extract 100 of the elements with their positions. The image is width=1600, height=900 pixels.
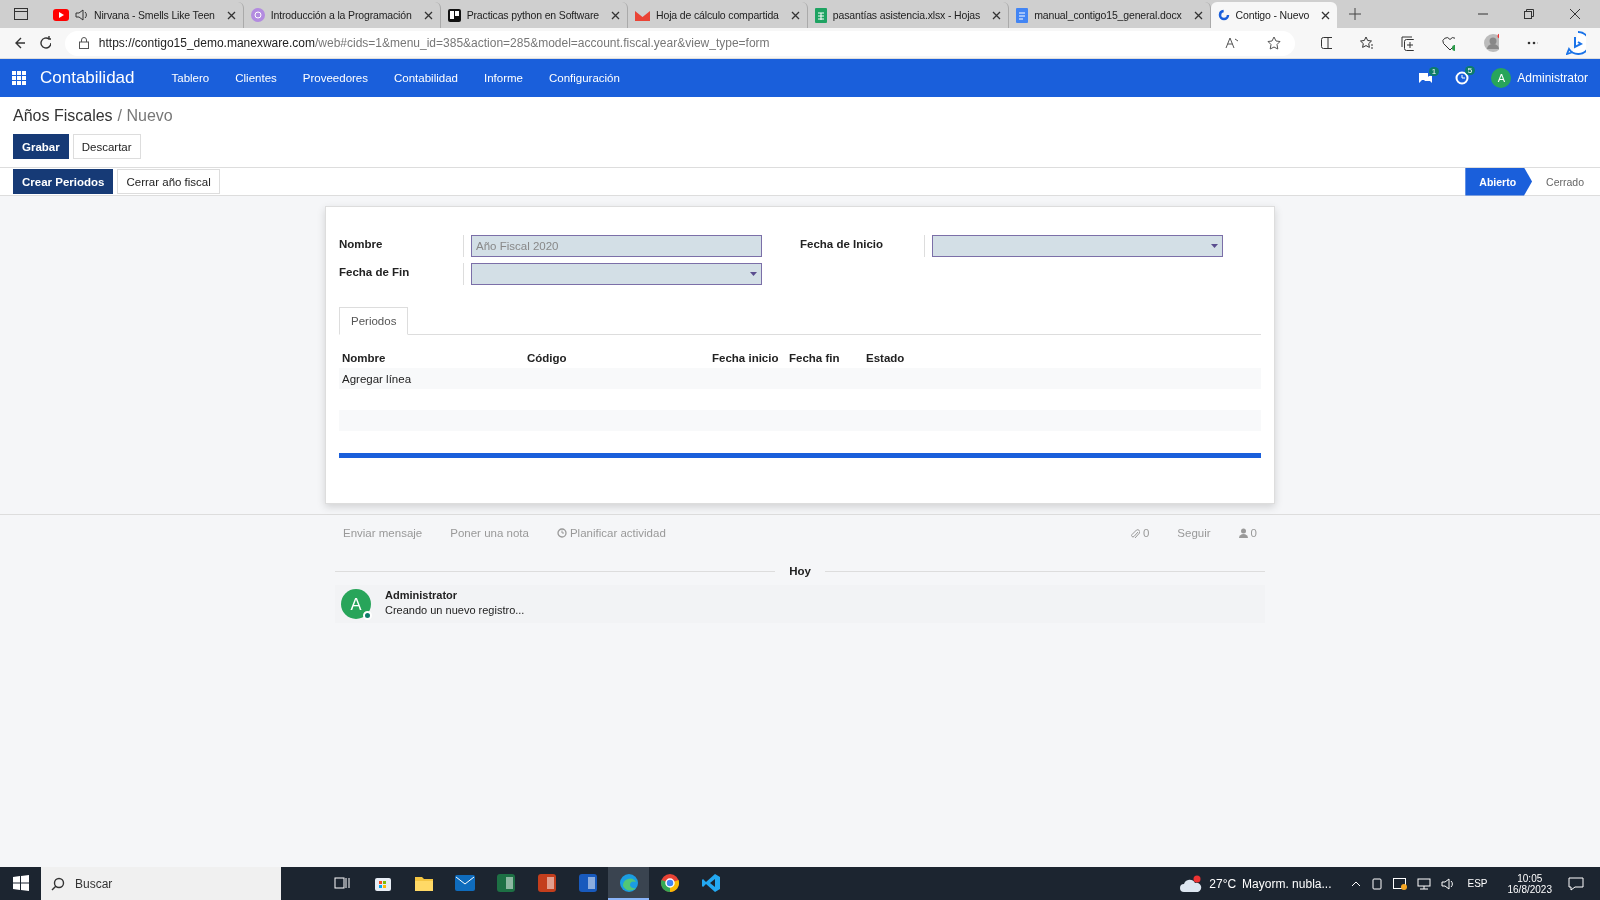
name-field[interactable]: Año Fiscal 2020 <box>471 235 762 257</box>
start-icon[interactable] <box>12 874 29 891</box>
person-icon <box>1238 528 1248 538</box>
clock-icon[interactable] <box>1455 71 1470 85</box>
dropdown-caret-icon <box>1211 244 1218 248</box>
message-author: Administrator <box>385 589 459 601</box>
menu-item[interactable]: Informe <box>470 72 536 84</box>
split-screen-icon[interactable] <box>1320 36 1333 50</box>
close-icon[interactable] <box>790 10 800 20</box>
tab-title: Practicas python en Software <box>466 9 599 21</box>
video-icon <box>53 9 69 21</box>
column-header[interactable]: Fecha inicio <box>712 352 789 364</box>
profile-avatar-icon[interactable] <box>1482 33 1499 53</box>
close-icon[interactable] <box>423 10 433 20</box>
star-icon[interactable] <box>1266 36 1281 50</box>
close-icon[interactable] <box>1570 9 1580 19</box>
form-button[interactable]: Descartar <box>72 134 141 159</box>
code-editor-icon <box>700 872 721 893</box>
collections-icon[interactable] <box>1401 35 1414 51</box>
count-badge: 1 <box>1428 66 1440 76</box>
field-label: Fecha de Fin <box>339 263 464 285</box>
clock-icon <box>556 528 567 538</box>
ring-logo-icon <box>1217 9 1230 21</box>
message-body: Creando un nuevo registro... <box>385 604 525 616</box>
chevron-up-icon[interactable] <box>1351 880 1362 887</box>
back-arrow-icon[interactable] <box>14 37 26 49</box>
new-tab-icon[interactable] <box>1349 8 1362 20</box>
menu-item[interactable]: Clientes <box>222 72 290 84</box>
favorites-icon[interactable] <box>1360 36 1374 50</box>
browser-icon <box>618 872 639 893</box>
tab-title: manual_contigo15_general.docx <box>1034 9 1182 21</box>
app-title[interactable]: Contabilidad <box>40 68 135 88</box>
menu-item[interactable]: Proveedores <box>289 72 381 84</box>
notebook-tab[interactable]: Periodos <box>339 307 409 335</box>
heart-pulse-icon[interactable] <box>1441 35 1455 51</box>
date-field[interactable] <box>471 263 762 285</box>
date-field[interactable] <box>932 235 1223 257</box>
add-line-link[interactable]: Agregar línea <box>342 372 412 385</box>
mail-icon <box>454 874 475 891</box>
speaker-icon[interactable] <box>75 9 88 21</box>
status-step[interactable]: Cerrado <box>1532 167 1600 196</box>
menu-item[interactable]: Configuración <box>535 72 633 84</box>
cloudy-weather-icon[interactable] <box>1179 874 1204 893</box>
speaker-icon[interactable] <box>1441 877 1456 890</box>
chrome-browser-icon <box>659 872 680 893</box>
close-icon[interactable] <box>226 10 236 20</box>
device-icon[interactable] <box>1371 877 1384 890</box>
date-separator: Hoy <box>789 565 811 577</box>
search-icon <box>51 876 65 891</box>
language-indicator[interactable]: ESP <box>1467 878 1488 889</box>
action-button[interactable]: Crear Periodos <box>13 169 114 194</box>
form-button[interactable]: Grabar <box>13 134 69 159</box>
weather-text[interactable]: Mayorm. nubla... <box>1242 876 1332 891</box>
field-label: Fecha de Inicio <box>800 235 925 257</box>
action-button[interactable]: Cerrar año fiscal <box>117 169 220 194</box>
reload-icon[interactable] <box>39 36 51 50</box>
circle-logo-icon <box>250 8 265 22</box>
temperature[interactable]: 27°C <box>1209 876 1237 891</box>
field-label: Nombre <box>339 235 464 257</box>
apps-grid-icon[interactable] <box>12 71 26 85</box>
status-step[interactable]: Abierto <box>1465 167 1533 196</box>
column-header[interactable]: Nombre <box>342 352 527 364</box>
tab-title: pasantías asistencia.xlsx - Hojas <box>832 9 981 21</box>
tab-title: Contigo - Nuevo <box>1235 9 1310 21</box>
security-icon[interactable] <box>1393 877 1408 890</box>
document-icon <box>1016 7 1029 23</box>
address-bar[interactable]: https://contigo15_demo.manexware.com/web#cids=1&menu_id=385&action=285&model=account.fiscal.year&view_type=form <box>64 30 1295 56</box>
menu-item[interactable]: Contabilidad <box>381 72 471 84</box>
read-aloud-icon[interactable] <box>1224 37 1239 49</box>
browser-tab[interactable]: Contigo - Nuevo <box>1210 2 1338 28</box>
tab-title: Hoja de cálculo compartida <box>656 9 779 21</box>
chat-assistant-icon[interactable] <box>1566 31 1586 55</box>
clock[interactable]: 10:05 16/8/2023 <box>1507 872 1552 895</box>
close-icon[interactable] <box>1321 10 1331 20</box>
count-badge: 5 <box>1464 66 1476 75</box>
tab-title: Nirvana - Smells Like Teen <box>94 9 215 21</box>
user-name[interactable]: Administrator <box>1517 71 1588 85</box>
mail-icon <box>635 9 650 21</box>
author-avatar: A <box>341 589 371 619</box>
column-header[interactable]: Fecha fin <box>789 352 866 364</box>
network-icon[interactable] <box>1417 877 1432 890</box>
tab-title: Introducción a la Programación <box>270 9 412 21</box>
dropdown-caret-icon <box>750 272 757 276</box>
column-header[interactable]: Código <box>527 352 712 364</box>
lock-icon <box>78 37 89 49</box>
breadcrumb-current: / Nuevo <box>117 107 173 125</box>
close-icon[interactable] <box>611 10 620 20</box>
paperclip-icon <box>1130 527 1140 539</box>
notifications-icon[interactable] <box>1568 876 1584 891</box>
board-icon <box>447 8 461 22</box>
url-text: https://contigo15_demo.manexware.com/web#cids=1&menu_id=385&action=285&model=account.fiscal.year&view_type=form <box>98 36 770 50</box>
column-header[interactable]: Estado <box>866 352 1258 364</box>
search-field[interactable]: Buscar <box>41 867 281 900</box>
restore-icon[interactable] <box>1524 9 1534 19</box>
tab-actions-icon[interactable] <box>14 8 28 20</box>
menu-item[interactable]: Tablero <box>158 72 223 84</box>
breadcrumb-link[interactable]: Años Fiscales <box>13 107 113 125</box>
close-icon[interactable] <box>992 10 1002 20</box>
chat-icon[interactable] <box>1418 71 1434 85</box>
close-icon[interactable] <box>1193 10 1203 20</box>
